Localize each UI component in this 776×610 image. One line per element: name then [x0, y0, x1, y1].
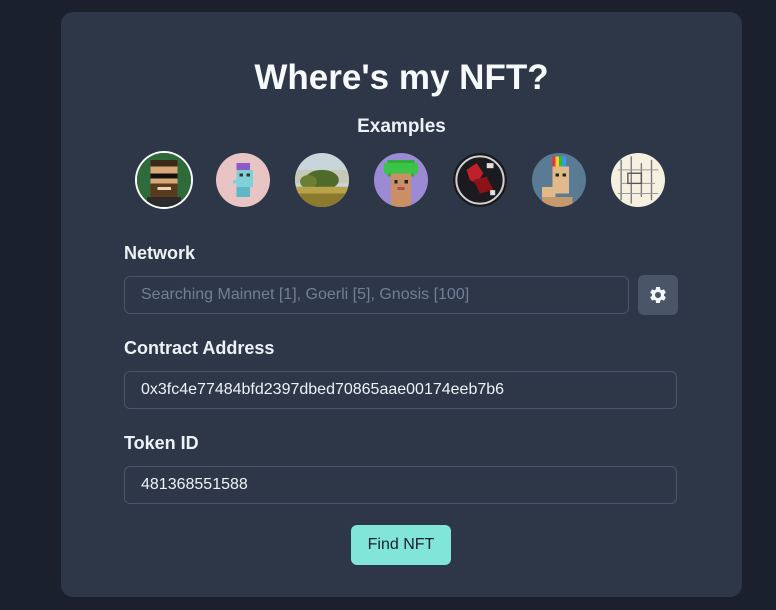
example-avatar-6[interactable]	[532, 153, 586, 207]
example-avatar-2[interactable]	[216, 153, 270, 207]
example-avatar-1[interactable]	[137, 153, 191, 207]
sketch-artwork-avatar-icon	[611, 153, 665, 207]
token-id-label: Token ID	[124, 433, 199, 453]
red-figure-avatar-icon	[453, 153, 507, 207]
network-label: Network	[124, 243, 196, 263]
example-avatar-3[interactable]	[295, 153, 349, 207]
page-title: Where's my NFT?	[254, 58, 549, 97]
example-avatar-5[interactable]	[453, 153, 507, 207]
find-nft-button[interactable]: Find NFT	[351, 525, 451, 565]
pixel-punk-blue-avatar-icon	[216, 153, 270, 207]
token-id-input[interactable]	[124, 466, 677, 504]
example-avatar-4[interactable]	[374, 153, 428, 207]
example-avatar-7[interactable]	[611, 153, 665, 207]
network-settings-button[interactable]	[638, 275, 678, 315]
contract-address-input[interactable]	[124, 371, 677, 409]
network-input[interactable]	[124, 276, 629, 314]
green-hair-pixel-avatar-icon	[374, 153, 428, 207]
gear-icon	[650, 286, 666, 303]
bearded-man-pixel-avatar-icon	[137, 153, 191, 207]
examples-list	[137, 153, 667, 209]
examples-label: Examples	[357, 116, 446, 137]
rainbow-hat-ape-avatar-icon	[532, 153, 586, 207]
nft-finder-card: Where's my NFT? Examples Network Searchi…	[61, 12, 742, 597]
contract-address-label: Contract Address	[124, 338, 275, 358]
landscape-painting-avatar-icon	[295, 153, 349, 207]
